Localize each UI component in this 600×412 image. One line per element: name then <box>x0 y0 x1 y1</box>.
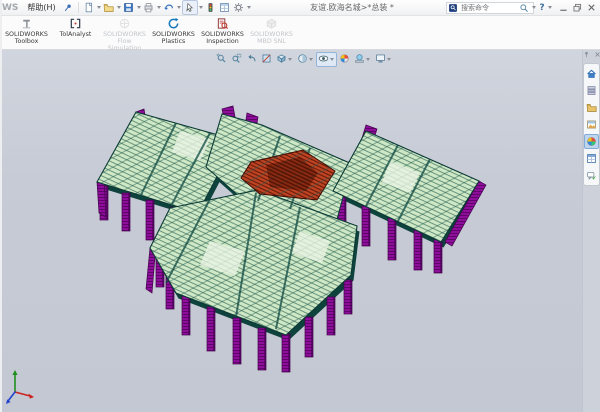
open-document-button[interactable] <box>102 1 116 14</box>
solidworks-logo-fragment: WS <box>2 3 18 13</box>
tolanalyst-button[interactable]: TolAnalyst <box>51 16 100 53</box>
pin-toolbar-icon[interactable] <box>61 1 75 14</box>
print-document-dropdown-caret[interactable] <box>157 6 161 9</box>
solidworks-plastics-button[interactable]: SOLIDWORKS Plastics <box>149 16 198 53</box>
search-scope-icon[interactable] <box>448 3 458 13</box>
new-document-dropdown-caret[interactable] <box>97 6 101 9</box>
addin-label: TolAnalyst <box>60 32 92 39</box>
save-document-dropdown-caret[interactable] <box>137 6 141 9</box>
appearances-scenes-tab[interactable] <box>584 134 599 149</box>
graphics-viewport[interactable] <box>0 49 600 412</box>
new-document-button[interactable] <box>82 1 96 14</box>
search-icon[interactable] <box>517 1 531 14</box>
save-document-button[interactable] <box>122 1 136 14</box>
tolanalyst-icon <box>69 17 82 31</box>
plastics-icon <box>167 17 180 31</box>
taskpane-close[interactable] <box>593 50 600 61</box>
search-input[interactable] <box>459 3 523 13</box>
print-document-button[interactable] <box>142 1 156 14</box>
mbd-icon <box>265 17 278 31</box>
apply-scene-dropdown-caret[interactable] <box>366 58 370 61</box>
undo-dropdown-caret[interactable] <box>177 6 181 9</box>
zoomarea-icon <box>231 53 242 66</box>
title-bar: WS 帮助(H) 友谊.欧海名城>*总装 * ? <box>0 0 600 16</box>
select-tool-button[interactable] <box>182 0 198 15</box>
minimize-button[interactable] <box>556 1 570 14</box>
solidworks-flow-simulation-button: SOLIDWORKS Flow Simulation <box>100 16 149 53</box>
previous-view-button[interactable] <box>244 52 259 67</box>
solidworks-inspection-button[interactable]: SOLIDWORKS Inspection <box>198 16 247 53</box>
file-properties-button[interactable] <box>218 1 232 14</box>
section-view-button[interactable] <box>259 52 274 67</box>
toolbar-separator <box>78 2 79 13</box>
solidworks-resources-tab[interactable] <box>584 66 599 81</box>
display-style-button[interactable] <box>295 52 316 67</box>
view-settings-button[interactable] <box>373 52 394 67</box>
apply-scene-button[interactable] <box>352 52 373 67</box>
monitor-icon <box>375 53 386 66</box>
flowsim-icon <box>118 17 131 31</box>
custom-properties-tab[interactable] <box>584 151 599 166</box>
addin-label: SOLIDWORKS Toolbox <box>2 32 51 46</box>
view-orientation-dropdown-caret[interactable] <box>288 58 292 61</box>
file-explorer-tab[interactable] <box>584 100 599 115</box>
addin-label: SOLIDWORKS Plastics <box>149 32 198 46</box>
options-dropdown-caret[interactable] <box>247 6 251 9</box>
addin-label: SOLIDWORKS Flow Simulation <box>100 32 149 53</box>
ball-icon <box>339 53 350 66</box>
dispstyle-icon <box>297 53 308 66</box>
rebuild-button[interactable] <box>204 1 218 14</box>
toolbox-icon <box>20 17 33 31</box>
solidworks-forum-tab[interactable] <box>584 168 599 183</box>
zoom-to-fit-button[interactable] <box>214 52 229 67</box>
zoom-to-area-button[interactable] <box>229 52 244 67</box>
heads-up-view-toolbar <box>214 52 394 67</box>
inspection-icon <box>216 17 229 31</box>
solidworks-toolbox-button[interactable]: SOLIDWORKS Toolbox <box>2 16 51 53</box>
view-settings-dropdown-caret[interactable] <box>387 58 391 61</box>
addin-label: SOLIDWORKS MBD SNL <box>247 32 296 46</box>
scene-icon <box>354 53 365 66</box>
restore-button[interactable] <box>570 1 584 14</box>
undo-button[interactable] <box>162 1 176 14</box>
reference-triad <box>3 362 45 406</box>
vieworient-icon <box>276 53 287 66</box>
edit-appearance-button[interactable] <box>337 52 352 67</box>
select-tool-dropdown-caret[interactable] <box>199 6 203 9</box>
close-button[interactable] <box>584 1 598 14</box>
design-library-tab[interactable] <box>584 83 599 98</box>
task-pane <box>582 49 600 412</box>
eye-icon <box>318 53 329 66</box>
hide-show-items-button[interactable] <box>316 52 337 67</box>
display-style-dropdown-caret[interactable] <box>309 58 313 61</box>
solidworks-mbd-snl-button: SOLIDWORKS MBD SNL <box>247 16 296 53</box>
open-document-dropdown-caret[interactable] <box>117 6 121 9</box>
help-dropdown-caret[interactable] <box>548 6 552 9</box>
model-canvas[interactable] <box>0 49 600 412</box>
window-left-edge <box>0 0 2 412</box>
addin-label: SOLIDWORKS Inspection <box>198 32 247 46</box>
menu-help[interactable]: 帮助(H) <box>22 2 60 13</box>
view-palette-tab[interactable] <box>584 117 599 132</box>
addins-ribbon: SOLIDWORKS Toolbox TolAnalyst SOLIDWORKS F… <box>0 15 600 50</box>
taskpane-pin[interactable] <box>582 50 591 61</box>
zoomfit-icon <box>216 53 227 66</box>
hide-show-items-dropdown-caret[interactable] <box>330 58 334 61</box>
options-button[interactable] <box>232 1 246 14</box>
section-icon <box>261 53 272 66</box>
search-dropdown-caret[interactable] <box>532 6 536 9</box>
document-title: 友谊.欧海名城>*总装 * <box>310 2 394 13</box>
view-orientation-button[interactable] <box>274 52 295 67</box>
help-icon[interactable]: ? <box>537 1 547 14</box>
prev-icon <box>246 53 257 66</box>
